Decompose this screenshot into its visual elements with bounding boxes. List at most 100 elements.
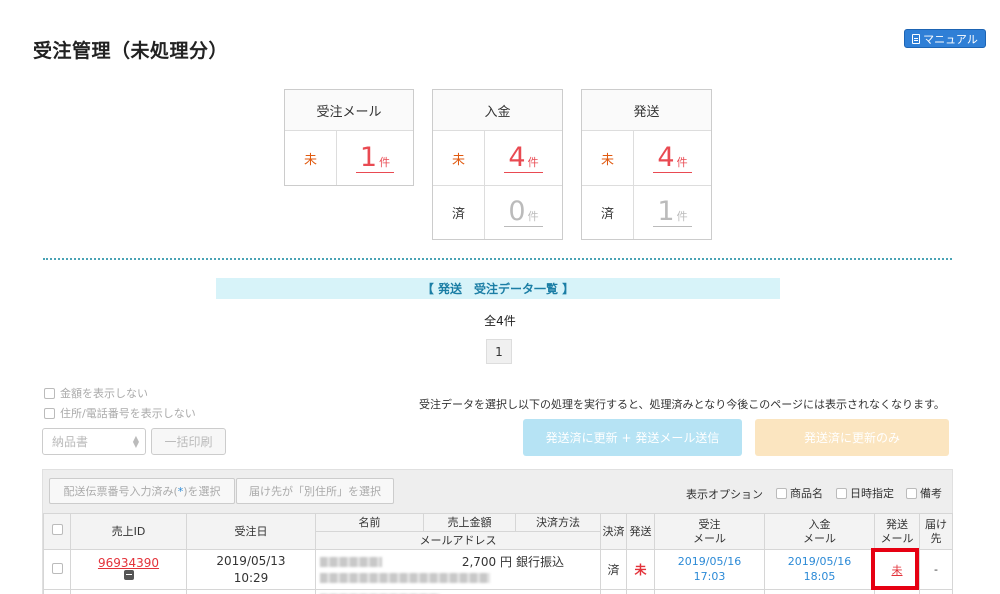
hide-address-option[interactable]: 住所/電話番号を表示しない — [44, 405, 196, 421]
order-time: 10:29 — [233, 570, 269, 585]
col-payment-mail-l1: 入金 — [808, 518, 831, 532]
payment-mail-date[interactable]: 2019/05/16 — [788, 555, 851, 568]
select-tracking-suffix: )を選択 — [183, 485, 221, 498]
stat-label: 未 — [285, 131, 337, 185]
order-mail-date[interactable]: 2019/05/16 — [678, 555, 741, 568]
row-select-cell[interactable] — [43, 549, 71, 590]
stat-row-done: 済 0件 — [433, 185, 562, 239]
payment-method: 銀行振込 — [516, 555, 565, 569]
select-arrows-icon: ▲ ▼ — [132, 434, 139, 449]
stat-label: 済 — [582, 186, 634, 239]
sale-id-cell: 96934390 — [70, 549, 187, 590]
stat-card-shipping: 発送 未 4件 済 1件 — [581, 89, 712, 240]
payment-mail-time[interactable]: 18:05 — [804, 570, 836, 583]
stat-unit: 件 — [527, 155, 539, 169]
page-number-button[interactable]: 1 — [486, 339, 512, 364]
col-payment-mail: 入金 メール — [764, 513, 875, 550]
stat-count[interactable]: 1 — [360, 144, 377, 171]
select-all-checkbox[interactable] — [51, 524, 63, 536]
list-banner: 【 発送 受注データ一覧 】 — [216, 278, 780, 299]
update-only-button[interactable]: 発送済に更新のみ — [755, 419, 949, 456]
col-order-mail-l1: 受注 — [698, 518, 721, 532]
option-note[interactable]: 備考 — [906, 485, 942, 501]
order-mail-time[interactable]: 17:03 — [694, 570, 726, 583]
stat-value[interactable]: 0件 — [485, 186, 562, 239]
order-mail-cell[interactable]: 2019/05/16 17:03 — [654, 549, 765, 590]
stat-label: 未 — [433, 131, 485, 185]
sale-amount: 2,700 円 — [461, 555, 512, 569]
bulk-print-button[interactable]: 一括印刷 — [151, 428, 226, 455]
col-ship-mail-l2: メール — [880, 531, 914, 545]
order-table: 売上ID 受注日 名前 売上金額 決済方法 決済 発送 受注 メール 入金 メール … — [43, 513, 953, 594]
select-tracking-entered-button[interactable]: 配送伝票番号入力済み(*)を選択 — [49, 478, 235, 504]
col-email: メールアドレス — [315, 531, 601, 550]
select-all-cell[interactable] — [43, 513, 71, 550]
stat-header: 受注メール — [285, 90, 413, 131]
stat-value[interactable]: 1件 — [634, 186, 711, 239]
datetime-label: 日時指定 — [850, 487, 894, 500]
document-icon — [912, 33, 921, 44]
result-count: 全4件 — [484, 314, 516, 328]
note-label: 備考 — [920, 487, 942, 500]
col-amount: 売上金額 — [423, 513, 516, 532]
page-title: 受注管理（未処理分） — [33, 40, 229, 62]
datetime-checkbox[interactable] — [836, 487, 847, 499]
select-value: 納品書 — [52, 435, 89, 449]
email-redacted — [320, 572, 490, 583]
table-row[interactable] — [43, 589, 953, 594]
document-type-select[interactable]: 納品書 ▲ ▼ — [42, 428, 146, 455]
stat-unit: 件 — [527, 210, 539, 223]
hide-amount-checkbox[interactable] — [44, 387, 55, 399]
row-checkbox[interactable] — [51, 562, 63, 574]
product-checkbox[interactable] — [776, 487, 787, 499]
manual-label: マニュアル — [923, 32, 978, 46]
stat-unit: 件 — [676, 155, 688, 169]
product-label: 商品名 — [790, 487, 823, 500]
stat-count[interactable]: 1 — [657, 198, 674, 225]
table-row[interactable]: 96934390 2019/05/13 10:29 2,700 円 銀行振込 済… — [43, 549, 953, 590]
stat-card-order-mail: 受注メール 未 1件 — [284, 89, 414, 186]
col-order-mail: 受注 メール — [654, 513, 765, 550]
stat-value[interactable]: 4件 — [634, 131, 711, 185]
col-order-date[interactable]: 受注日 — [186, 513, 316, 550]
note-checkbox[interactable] — [906, 487, 917, 499]
hide-address-label: 住所/電話番号を表示しない — [60, 407, 196, 420]
sale-id-link[interactable]: 96934390 — [98, 556, 159, 570]
select-other-address-button[interactable]: 届け先が「別住所」を選択 — [236, 478, 394, 504]
order-date: 2019/05/13 — [216, 554, 286, 569]
order-date-cell: 2019/05/13 10:29 — [186, 549, 316, 590]
stat-unit: 件 — [379, 155, 391, 169]
destination-cell: - — [919, 549, 953, 590]
select-tracking-prefix: 配送伝票番号入力済み( — [63, 485, 178, 498]
option-product[interactable]: 商品名 — [776, 485, 823, 501]
hide-amount-label: 金額を表示しない — [60, 387, 148, 400]
settled-cell: 済 — [600, 549, 627, 590]
hide-address-checkbox[interactable] — [44, 407, 55, 419]
stat-value[interactable]: 4件 — [485, 131, 562, 185]
highlight-box — [871, 548, 919, 590]
stat-label: 未 — [582, 131, 634, 185]
manual-button[interactable]: マニュアル — [904, 29, 986, 48]
col-ship-mail: 発送 メール — [874, 513, 920, 550]
col-payment-mail-l2: メール — [803, 531, 836, 545]
update-and-send-mail-button[interactable]: 発送済に更新 + 発送メール送信 — [523, 419, 742, 456]
stat-label: 済 — [433, 186, 485, 239]
col-payment: 決済方法 — [515, 513, 601, 532]
col-sale-id[interactable]: 売上ID — [70, 513, 187, 550]
stat-value[interactable]: 1件 — [337, 131, 413, 185]
customer-name-redacted — [320, 556, 382, 567]
stat-unit: 件 — [676, 210, 688, 223]
customer-cell: 2,700 円 銀行振込 — [315, 549, 601, 590]
stat-header: 発送 — [582, 90, 711, 131]
display-option-label: 表示オプション — [686, 488, 763, 501]
stat-count[interactable]: 4 — [508, 144, 525, 171]
col-shipped: 発送 — [626, 513, 655, 550]
hide-amount-option[interactable]: 金額を表示しない — [44, 385, 148, 401]
stat-count[interactable]: 0 — [508, 198, 525, 225]
stat-count[interactable]: 4 — [657, 144, 674, 171]
col-name: 名前 — [315, 513, 424, 532]
payment-mail-cell[interactable]: 2019/05/16 18:05 — [764, 549, 875, 590]
option-datetime[interactable]: 日時指定 — [836, 485, 894, 501]
collapse-icon[interactable] — [123, 570, 134, 580]
col-destination: 届け先 — [919, 513, 953, 550]
